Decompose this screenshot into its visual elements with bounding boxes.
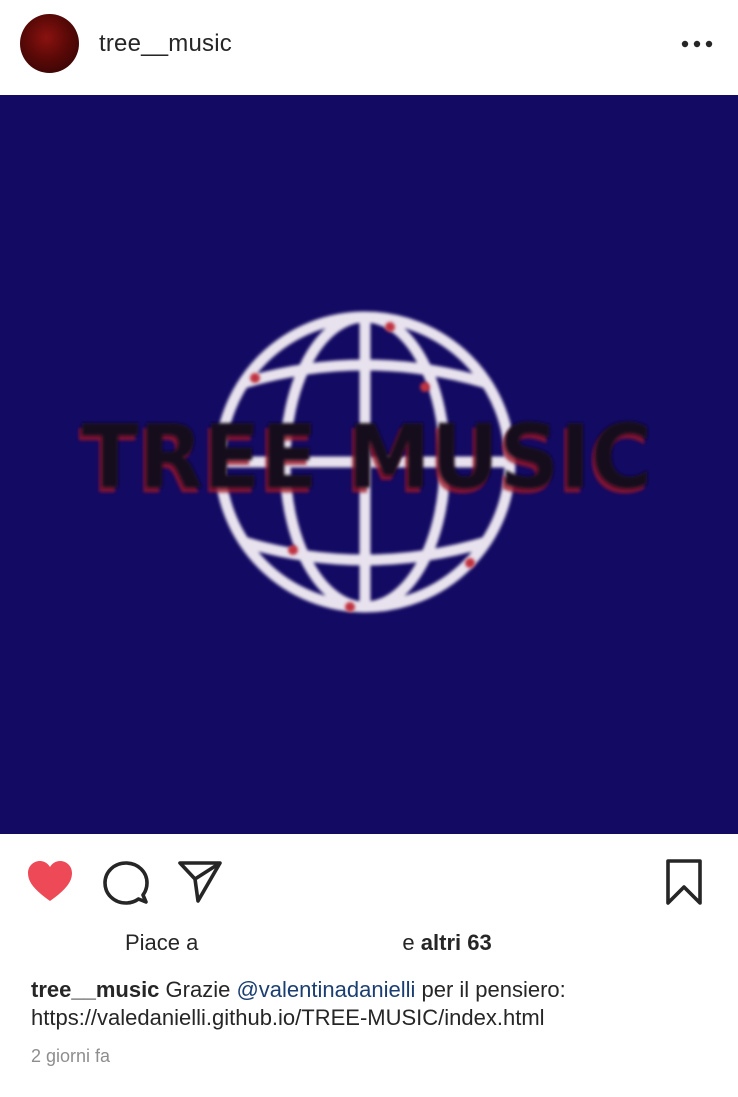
likes-others[interactable]: altri 63 <box>421 930 492 955</box>
post-header: tree__music <box>0 0 738 95</box>
likes-suffix: e <box>402 930 415 955</box>
tree-music-globe-logo: TREE MUSIC TREE MUSIC <box>78 311 653 613</box>
caption-text-2: per il pensiero: <box>421 977 566 1002</box>
comment-icon[interactable] <box>102 858 150 906</box>
share-icon[interactable] <box>176 859 224 903</box>
more-options-icon[interactable] <box>680 34 714 54</box>
caption-username[interactable]: tree__music <box>31 977 159 1002</box>
caption-link[interactable]: https://valedanielli.github.io/TREE-MUSI… <box>31 1005 545 1030</box>
caption-mention[interactable]: @valentinadanielli <box>236 977 415 1002</box>
likes-summary[interactable]: Piace a e altri 63 <box>125 930 492 956</box>
avatar[interactable] <box>20 14 79 73</box>
caption-text-1: Grazie <box>165 977 231 1002</box>
post-caption: tree__music Grazie @valentinadanielli pe… <box>31 976 721 1032</box>
post-timestamp: 2 giorni fa <box>31 1046 111 1066</box>
likes-prefix: Piace a <box>125 930 199 955</box>
bookmark-icon[interactable] <box>662 858 706 906</box>
post-image[interactable]: TREE MUSIC TREE MUSIC <box>0 95 738 834</box>
post-username[interactable]: tree__music <box>99 30 232 58</box>
heart-icon[interactable] <box>26 859 74 903</box>
logo-text: TREE MUSIC <box>81 407 652 509</box>
post-actions <box>0 834 738 924</box>
